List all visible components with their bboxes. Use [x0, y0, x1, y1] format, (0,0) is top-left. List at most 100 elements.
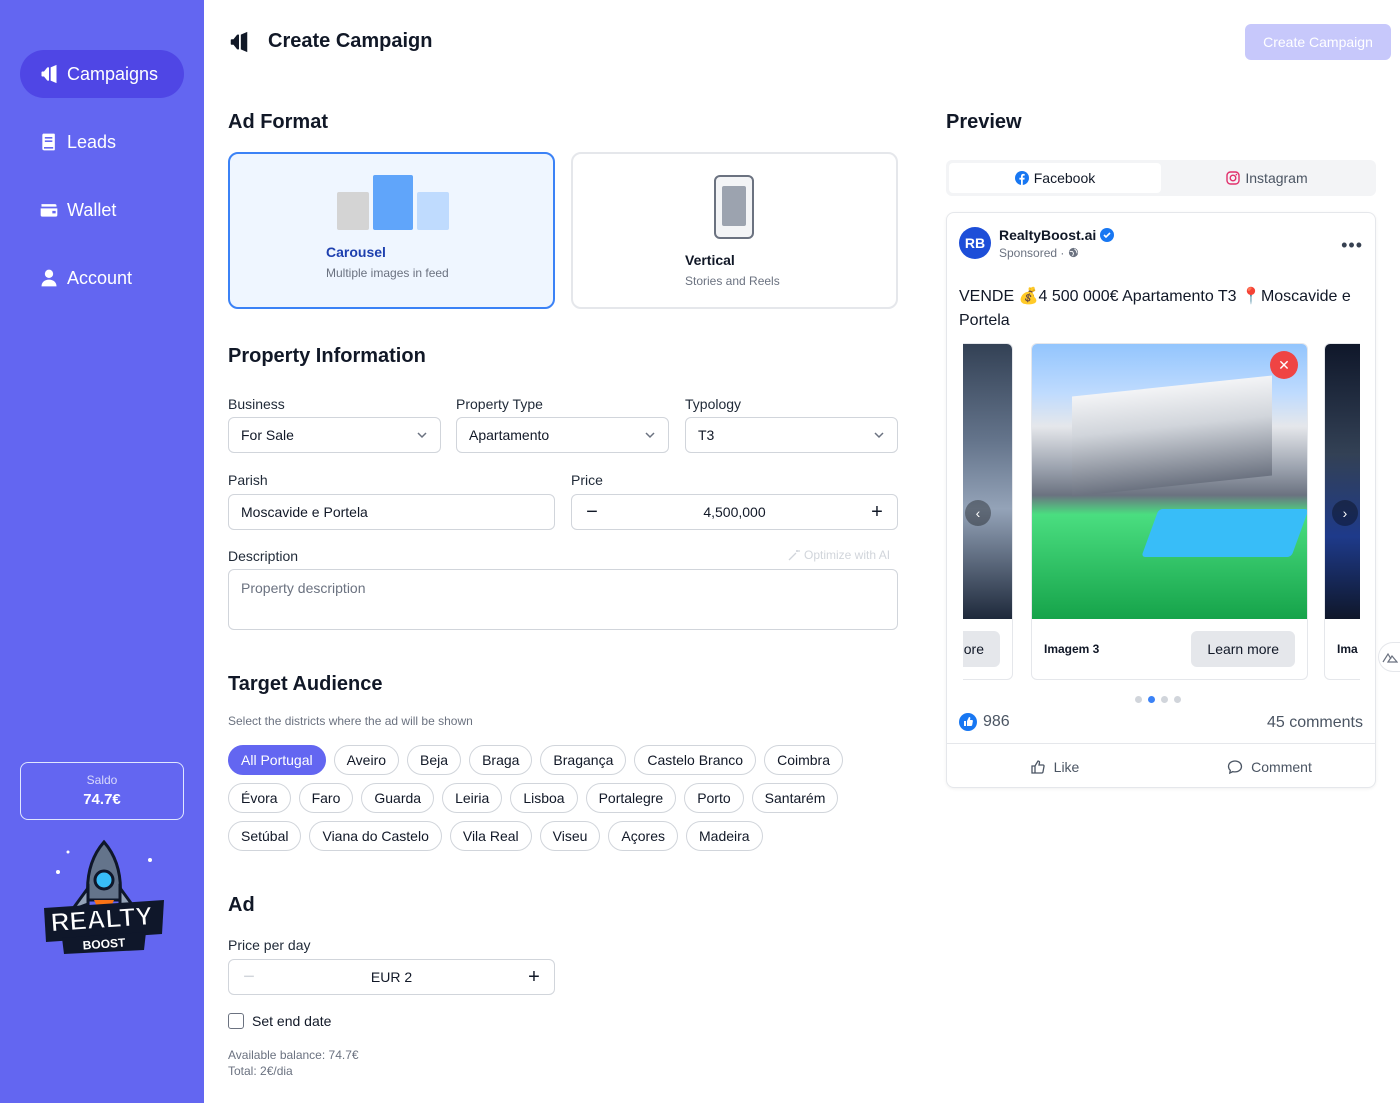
like-button[interactable]: Like: [947, 744, 1162, 787]
like-label: Like: [1053, 758, 1080, 775]
sidebar-item-label: Campaigns: [67, 63, 159, 84]
available-balance: Available balance: 74.7€: [228, 1048, 359, 1062]
slide-caption: Imagem 3: [1044, 642, 1100, 656]
carousel-slide-active: Imagem 3 Learn more: [1031, 343, 1308, 680]
district-chip[interactable]: Santarém: [751, 783, 839, 813]
district-chip[interactable]: Guarda: [361, 783, 435, 813]
chip-row: Évora Faro Guarda Leiria Lisboa Portaleg…: [228, 783, 888, 813]
price-per-day-label: Price per day: [228, 937, 311, 953]
globe-icon: [1068, 247, 1078, 258]
nuxt-devtools-icon[interactable]: [1378, 642, 1400, 672]
format-title: Carousel: [326, 244, 386, 260]
sidebar-item-wallet[interactable]: Wallet: [20, 186, 184, 234]
increment-button[interactable]: +: [869, 502, 885, 522]
district-chip[interactable]: Porto: [684, 783, 744, 813]
price-per-day-stepper[interactable]: − EUR 2 +: [228, 959, 555, 995]
remove-image-button[interactable]: ✕: [1270, 351, 1298, 379]
page-name-text: RealtyBoost.ai: [999, 227, 1097, 243]
sidebar-item-leads[interactable]: Leads: [20, 118, 184, 166]
format-carousel-card[interactable]: Carousel Multiple images in feed: [228, 152, 555, 309]
end-date-label: Set end date: [252, 1013, 332, 1029]
district-chip[interactable]: Viana do Castelo: [309, 821, 442, 851]
optimize-ai-button[interactable]: Optimize with AI: [788, 548, 890, 562]
comment-button[interactable]: Comment: [1162, 744, 1375, 787]
sponsored-label: Sponsored ·: [999, 246, 1079, 260]
property-type-value: Apartamento: [469, 427, 550, 443]
ad-format-heading: Ad Format: [228, 111, 328, 133]
district-chip[interactable]: Faro: [298, 783, 354, 813]
comment-count[interactable]: 45 comments: [1267, 714, 1363, 732]
user-icon: [41, 269, 57, 287]
parish-label: Parish: [228, 472, 268, 488]
tab-facebook[interactable]: Facebook: [949, 163, 1161, 193]
page-name: RealtyBoost.ai: [999, 227, 1115, 243]
decrement-button[interactable]: −: [584, 502, 600, 522]
district-chip[interactable]: Portalegre: [585, 783, 677, 813]
description-textarea[interactable]: Property description: [228, 569, 898, 630]
sidebar-item-campaigns[interactable]: Campaigns: [20, 50, 184, 98]
district-chip[interactable]: Madeira: [686, 821, 763, 851]
parish-value: Moscavide e Portela: [241, 504, 368, 520]
preview-tabs: Facebook Instagram: [946, 160, 1376, 196]
like-reaction-icon: [959, 713, 977, 731]
create-campaign-button[interactable]: Create Campaign: [1245, 24, 1391, 60]
district-chip[interactable]: Bragança: [540, 745, 627, 775]
district-chip[interactable]: Évora: [228, 783, 291, 813]
verified-badge-icon: [1100, 228, 1115, 242]
district-chip[interactable]: Beja: [407, 745, 462, 775]
price-per-day-value: EUR 2: [370, 969, 413, 985]
carousel-prev-button[interactable]: ‹: [965, 500, 991, 526]
pagination-dot[interactable]: [1174, 696, 1181, 703]
description-placeholder: Property description: [241, 580, 366, 596]
business-label: Business: [228, 396, 285, 412]
carousel-next-button[interactable]: ›: [1332, 500, 1358, 526]
district-chip[interactable]: Aveiro: [333, 745, 400, 775]
district-chip-all-portugal[interactable]: All Portugal: [228, 745, 326, 775]
sidebar-item-account[interactable]: Account: [20, 254, 184, 302]
decrement-button[interactable]: −: [241, 967, 257, 987]
megaphone-icon: [230, 31, 248, 52]
district-chip[interactable]: Setúbal: [228, 821, 302, 851]
tab-label: Instagram: [1245, 170, 1308, 186]
district-chip[interactable]: Lisboa: [510, 783, 578, 813]
property-type-select[interactable]: Apartamento: [456, 417, 669, 453]
district-chip[interactable]: Coimbra: [764, 745, 843, 775]
district-chip[interactable]: Viseu: [539, 821, 601, 851]
increment-button[interactable]: +: [526, 967, 542, 987]
like-count-value: 986: [983, 713, 1010, 730]
end-date-checkbox[interactable]: Set end date: [228, 1013, 331, 1029]
district-chips: All Portugal Aveiro Beja Braga Bragança …: [228, 745, 888, 859]
district-chip[interactable]: Açores: [608, 821, 678, 851]
chip-row: Setúbal Viana do Castelo Vila Real Viseu…: [228, 821, 888, 851]
format-vertical-card[interactable]: Vertical Stories and Reels: [571, 152, 898, 309]
sidebar-item-label: Account: [67, 267, 133, 288]
district-chip[interactable]: Castelo Branco: [634, 745, 757, 775]
district-chip[interactable]: Braga: [469, 745, 533, 775]
parish-input[interactable]: Moscavide e Portela: [228, 494, 555, 530]
district-chip[interactable]: Vila Real: [449, 821, 532, 851]
cta-button[interactable]: ore: [963, 631, 1000, 667]
learn-more-button[interactable]: Learn more: [1191, 631, 1295, 667]
wallet-icon: [40, 204, 58, 217]
more-options-icon[interactable]: •••: [1341, 235, 1363, 256]
instagram-icon: [1226, 171, 1241, 185]
business-select[interactable]: For Sale: [228, 417, 441, 453]
tab-instagram[interactable]: Instagram: [1161, 163, 1373, 193]
pagination-dot[interactable]: [1161, 696, 1168, 703]
book-icon: [42, 133, 55, 151]
description-label: Description: [228, 548, 299, 564]
pagination-dot[interactable]: [1135, 696, 1142, 703]
megaphone-icon: [41, 64, 57, 84]
price-stepper[interactable]: − 4,500,000 +: [571, 494, 898, 530]
like-count: 986: [959, 713, 1010, 731]
format-subtitle: Stories and Reels: [685, 274, 780, 288]
sponsored-text: Sponsored ·: [999, 246, 1065, 260]
pagination-dot-active[interactable]: [1148, 696, 1155, 703]
district-chip[interactable]: Leiria: [442, 783, 503, 813]
checkbox-box[interactable]: [228, 1013, 244, 1029]
thumbs-up-icon: [1031, 759, 1045, 774]
avatar: RB: [959, 227, 991, 259]
typology-select[interactable]: T3: [685, 417, 898, 453]
business-value: For Sale: [241, 427, 294, 443]
magic-wand-icon: [788, 550, 800, 561]
